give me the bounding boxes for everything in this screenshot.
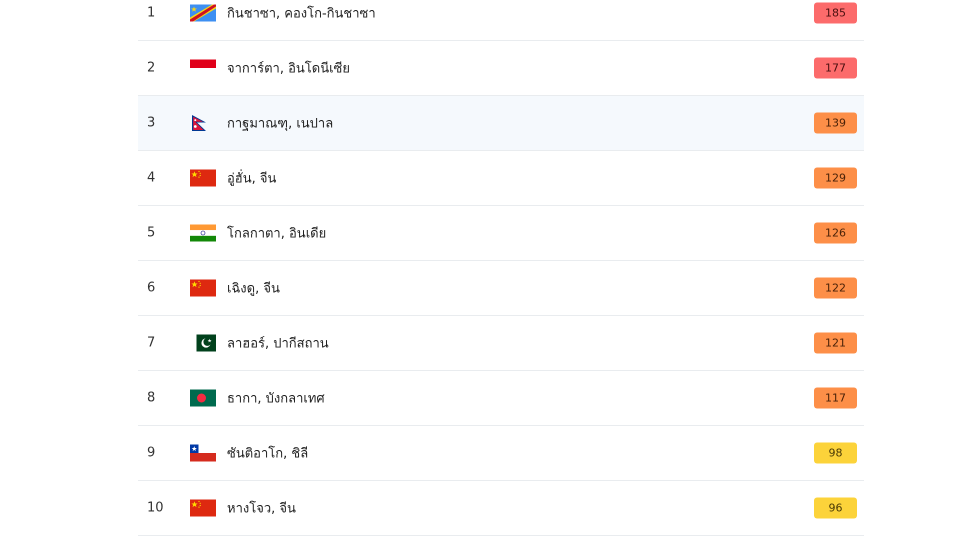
aqi-badge[interactable]: 129 (814, 167, 857, 189)
india-flag-icon (190, 224, 216, 242)
table-row[interactable]: 4 อู่ฮั่น, จีน 129 (138, 151, 864, 206)
city-name[interactable]: โกลกาตา, อินเดีย (227, 223, 326, 244)
rank-number: 2 (147, 60, 156, 76)
aqi-badge[interactable]: 177 (814, 57, 857, 79)
table-row[interactable]: 9 ซันติอาโก, ชิลี 98 (138, 426, 864, 481)
city-name[interactable]: กินชาซา, คองโก-กินชาซา (227, 3, 376, 24)
aqi-badge[interactable]: 122 (814, 277, 857, 299)
aqi-badge[interactable]: 185 (814, 2, 857, 24)
china-flag-icon (190, 499, 216, 517)
bangladesh-flag-icon (190, 389, 216, 407)
china-flag-icon (190, 279, 216, 297)
rank-number: 10 (147, 500, 164, 516)
table-row[interactable]: 10 หางโจว, จีน 96 (138, 481, 864, 536)
aqi-badge[interactable]: 121 (814, 332, 857, 354)
table-row[interactable]: 7 ลาฮอร์, ปากีสถาน 121 (138, 316, 864, 371)
dr-congo-flag-icon (190, 4, 216, 22)
table-row[interactable]: 6 เฉิงดู, จีน 122 (138, 261, 864, 316)
aqi-badge[interactable]: 96 (814, 497, 857, 519)
nepal-flag-icon (190, 115, 216, 132)
city-name[interactable]: อู่ฮั่น, จีน (227, 168, 276, 189)
rank-number: 8 (147, 390, 156, 406)
city-name[interactable]: จาการ์ตา, อินโดนีเซีย (227, 58, 350, 79)
table-row[interactable]: 3 กาฐมาณฑุ, เนปาล 139 (138, 96, 864, 151)
table-row[interactable]: 8 ธากา, บังกลาเทศ 117 (138, 371, 864, 426)
city-name[interactable]: ลาฮอร์, ปากีสถาน (227, 333, 329, 354)
table-row[interactable]: 1 กินชาซา, คองโก-กินชาซา 185 (138, 0, 864, 41)
china-flag-icon (190, 169, 216, 187)
aqi-badge[interactable]: 117 (814, 387, 857, 409)
rank-number: 9 (147, 445, 156, 461)
aqi-badge[interactable]: 126 (814, 222, 857, 244)
aqi-badge[interactable]: 98 (814, 442, 857, 464)
rank-number: 7 (147, 335, 156, 351)
city-name[interactable]: เฉิงดู, จีน (227, 278, 280, 299)
rank-number: 3 (147, 115, 156, 131)
rank-number: 4 (147, 170, 156, 186)
city-name[interactable]: ธากา, บังกลาเทศ (227, 388, 325, 409)
pakistan-flag-icon (190, 334, 216, 352)
aqi-badge[interactable]: 139 (814, 112, 857, 134)
table-row[interactable]: 2 จาการ์ตา, อินโดนีเซีย 177 (138, 41, 864, 96)
rank-number: 6 (147, 280, 156, 296)
chile-flag-icon (190, 444, 216, 462)
rank-number: 5 (147, 225, 156, 241)
city-name[interactable]: กาฐมาณฑุ, เนปาล (227, 113, 333, 134)
indonesia-flag-icon (190, 59, 216, 77)
city-name[interactable]: ซันติอาโก, ชิลี (227, 443, 308, 464)
table-row[interactable]: 5 โกลกาตา, อินเดีย 126 (138, 206, 864, 261)
city-name[interactable]: หางโจว, จีน (227, 498, 296, 519)
rank-number: 1 (147, 5, 156, 21)
city-aqi-ranking-table: 1 กินชาซา, คองโก-กินชาซา 185 2 จาการ์ตา,… (138, 0, 864, 536)
